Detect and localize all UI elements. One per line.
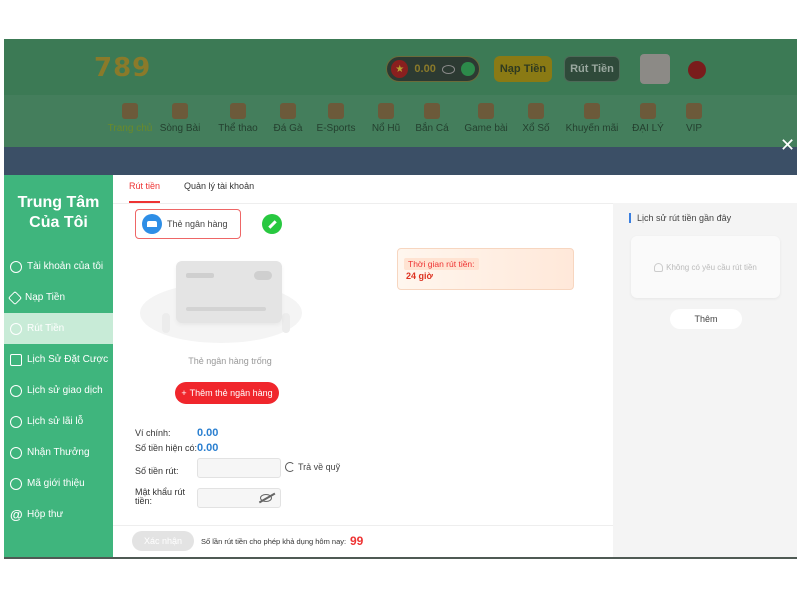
transaction-icon (10, 384, 22, 397)
sidebar-item-bet-history[interactable]: Lịch Sử Đặt Cược (4, 344, 113, 375)
language-flag-icon[interactable] (688, 61, 706, 79)
gamepad-icon (328, 103, 344, 119)
refresh-icon[interactable] (461, 62, 475, 76)
main-wallet-label: Ví chính: (135, 428, 171, 438)
referral-icon (10, 477, 22, 490)
eye-icon[interactable] (441, 64, 456, 74)
empty-card-text: Thẻ ngân hàng trống (188, 356, 272, 366)
history-more-button[interactable]: Thêm (670, 309, 742, 329)
sidebar-item-withdraw[interactable]: Rút Tiền (4, 313, 113, 344)
footer-divider (113, 525, 613, 526)
history-empty-text: Không có yêu cầu rút tiền (666, 262, 757, 272)
nav-item-vip[interactable]: VIP (664, 103, 724, 134)
tab-account-management[interactable]: Quản lý tài khoản (184, 181, 254, 203)
withdraw-time-box: Thời gian rút tiền: 24 giờ (397, 248, 574, 290)
bank-card-selector[interactable]: Thẻ ngân hàng (135, 209, 241, 239)
diamond-icon (7, 290, 23, 305)
sports-icon (230, 103, 246, 119)
cards-icon (478, 103, 494, 119)
sidebar-menu: Tài khoản của tôi Nạp Tiền Rút Tiền Lịch… (4, 251, 113, 530)
sidebar-title: Trung Tâm Của Tôi (4, 193, 113, 233)
sidebar-item-referral[interactable]: Mã giới thiệu (4, 468, 113, 499)
plus-icon: + (181, 388, 187, 398)
agent-icon (640, 103, 656, 119)
empty-card-illustration (140, 253, 302, 358)
withdraw-amount-label: Số tiền rút: (135, 466, 179, 476)
withdraw-history-panel: Lịch sử rút tiền gần đây Không có yêu cầ… (613, 203, 797, 557)
sidebar-title-line1: Trung Tâm (17, 194, 100, 211)
sidebar: Trung Tâm Của Tôi Tài khoản của tôi Nạp … (4, 175, 113, 557)
sidebar-item-my-account[interactable]: Tài khoản của tôi (4, 251, 113, 282)
withdraw-password-label: Mật khẩu rút tiền: (135, 487, 186, 506)
casino-icon (172, 103, 188, 119)
clipboard-icon (10, 353, 22, 366)
history-title: Lịch sử rút tiền gần đây (629, 213, 731, 223)
bank-card-label: Thẻ ngân hàng (167, 219, 228, 229)
user-circle-icon (10, 260, 22, 273)
withdraw-time-value: 24 giờ (406, 271, 433, 281)
return-to-fund-link[interactable]: Trả về quỹ (285, 462, 340, 472)
withdraw-amount-input[interactable] (197, 458, 281, 478)
sidebar-item-inbox[interactable]: @ Hộp thư (4, 499, 113, 530)
add-bank-card-button[interactable]: + Thêm thẻ ngân hàng (175, 382, 279, 404)
home-icon (122, 103, 138, 119)
withdraw-icon (10, 322, 22, 335)
edit-button[interactable] (262, 214, 282, 234)
rooster-icon (280, 103, 296, 119)
available-amount-value: 0.00 (197, 442, 219, 454)
profit-loss-icon (10, 415, 22, 428)
withdraw-limit-text: Số lần rút tiền cho phép khả dụng hôm na… (201, 537, 347, 546)
account-center-modal: Trung Tâm Của Tôi Tài khoản của tôi Nạp … (4, 175, 797, 557)
header-deposit-button[interactable]: Nạp Tiền (494, 56, 552, 82)
refresh-icon (285, 462, 295, 472)
avatar[interactable] (640, 54, 670, 84)
balance-pill: ★ 0.00 (386, 56, 480, 82)
fish-icon (424, 103, 440, 119)
sidebar-item-rewards[interactable]: Nhận Thưởng (4, 437, 113, 468)
lottery-icon (528, 103, 544, 119)
main-wallet-value: 0.00 (197, 427, 219, 439)
nav-item-promotions[interactable]: Khuyến mãi (562, 103, 622, 134)
pencil-icon (267, 219, 277, 229)
close-icon[interactable]: ✕ (780, 136, 795, 154)
sidebar-title-line2: Của Tôi (29, 214, 88, 231)
eye-off-icon[interactable] (260, 494, 272, 502)
balance-value: 0.00 (414, 63, 436, 75)
at-icon: @ (10, 507, 23, 522)
gift-box-icon (584, 103, 600, 119)
confirm-button[interactable]: Xác nhận (132, 531, 194, 551)
nav-item-lottery[interactable]: Xổ Số (506, 103, 566, 134)
withdraw-time-title: Thời gian rút tiền: (404, 258, 479, 270)
bank-icon (142, 214, 162, 234)
site-logo[interactable]: 789 (94, 53, 151, 83)
sidebar-item-profit-loss[interactable]: Lịch sử lãi lỗ (4, 406, 113, 437)
background-banner (4, 147, 797, 177)
withdraw-limit-value: 99 (350, 534, 364, 548)
header-withdraw-button[interactable]: Rút Tiền (564, 56, 620, 82)
site-header: 789 ★ 0.00 Nạp Tiền Rút Tiền (4, 39, 797, 95)
currency-flag-icon: ★ (391, 60, 409, 78)
crown-icon (686, 103, 702, 119)
history-empty-box: Không có yêu cầu rút tiền (631, 236, 780, 298)
available-amount-label: Số tiền hiện có: (135, 443, 198, 453)
nav-item-casino[interactable]: Sòng Bài (150, 103, 210, 134)
sidebar-item-deposit[interactable]: Nạp Tiền (4, 282, 113, 313)
main-nav: Trang chủ Sòng Bài Thể thao Đá Gà E-Spor… (4, 95, 797, 147)
headset-icon (654, 262, 664, 272)
sidebar-item-transactions[interactable]: Lịch sử giao dịch (4, 375, 113, 406)
tab-withdraw[interactable]: Rút tiền (129, 181, 161, 203)
tab-bar: Rút tiền Quản lý tài khoản (129, 181, 254, 203)
slot-machine-icon (378, 103, 394, 119)
page: 789 ★ 0.00 Nạp Tiền Rút Tiền Trang chủ S… (0, 0, 800, 600)
tab-divider (113, 203, 613, 204)
gift-icon (10, 446, 22, 459)
nav-item-fishing[interactable]: Bắn Cá (402, 103, 462, 134)
